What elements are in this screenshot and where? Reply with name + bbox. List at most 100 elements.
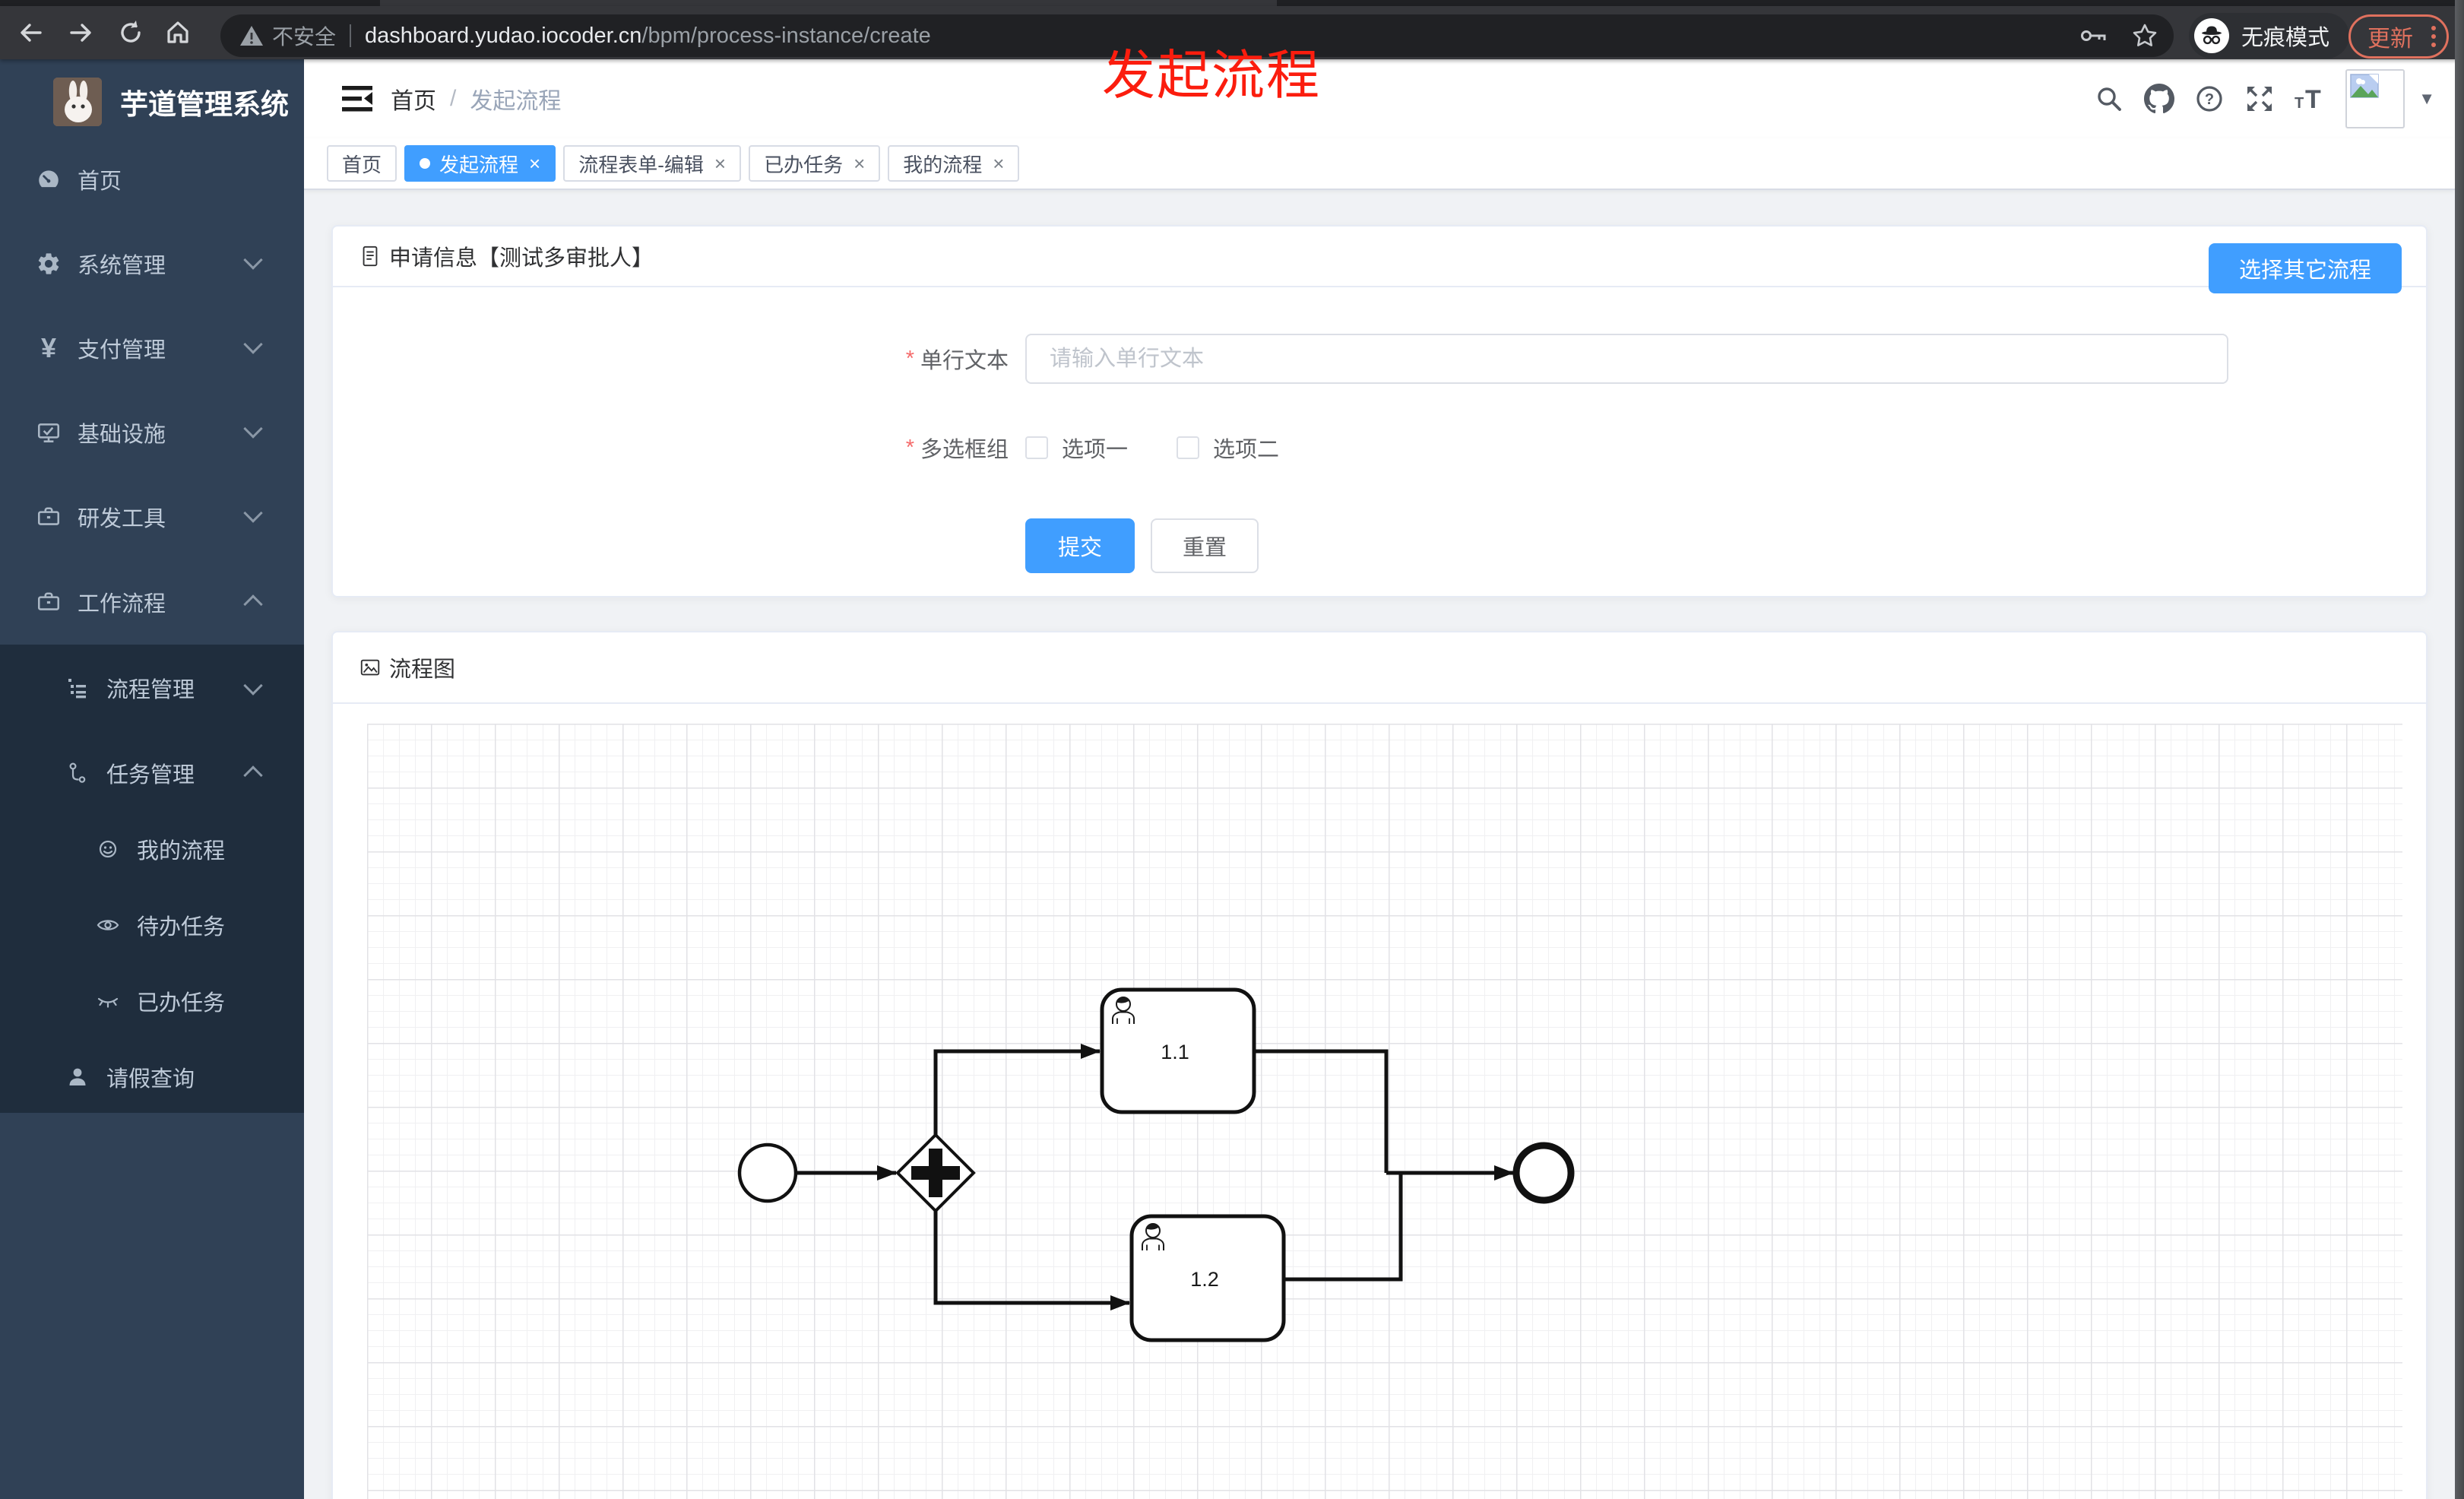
reset-button[interactable]: 重置 [1151, 518, 1259, 573]
image-icon [359, 656, 382, 679]
sidebar-item-todo-tasks[interactable]: 待办任务 [0, 887, 304, 963]
url-text: dashboard.yudao.iocoder.cn/bpm/process-i… [365, 24, 931, 49]
annotation-title: 发起流程 [1102, 46, 1321, 105]
chevron-down-icon [243, 250, 263, 270]
sidebar-item-system[interactable]: 系统管理 [0, 221, 304, 306]
breadcrumb-home[interactable]: 首页 [391, 82, 436, 116]
required-mark: * [905, 435, 914, 460]
sidebar-item-home[interactable]: 首页 [0, 137, 304, 222]
app-header: 首页 / 发起流程 ? T T ▼ [304, 59, 2455, 138]
submit-button[interactable]: 提交 [1025, 518, 1135, 573]
browser-tab-strip [0, 0, 2464, 6]
breadcrumb-current: 发起流程 [470, 89, 562, 114]
close-icon[interactable]: × [993, 154, 1004, 173]
start-event-node [737, 1142, 798, 1203]
sidebar-item-task-mgmt[interactable]: 任务管理 [0, 735, 304, 811]
close-icon[interactable]: × [854, 154, 865, 173]
svg-text:?: ? [2205, 91, 2214, 108]
single-line-text-input[interactable] [1025, 334, 2228, 384]
tag-my-process[interactable]: 我的流程 × [888, 145, 1020, 182]
password-key-icon[interactable] [2079, 23, 2108, 49]
main-content: 首页 / 发起流程 ? T T ▼ 首页 发起流程 × 流程表单-编辑 × 已办… [304, 59, 2455, 1499]
reload-icon[interactable] [117, 19, 144, 46]
task-label: 1.1 [1161, 1041, 1189, 1063]
dashboard-icon [35, 166, 62, 192]
user-icon [64, 1065, 91, 1089]
card-title: 申请信息【测试多审批人】 [389, 246, 654, 271]
chevron-down-icon [243, 419, 263, 439]
chevron-down-icon [243, 334, 263, 354]
sidebar-item-devtools[interactable]: 研发工具 [0, 474, 304, 559]
checkbox-icon[interactable] [1025, 436, 1048, 459]
checkbox-option-2[interactable]: 选项二 [1177, 432, 1279, 464]
back-icon[interactable] [17, 19, 45, 46]
svg-text:T: T [2305, 85, 2321, 114]
tag-done-tasks[interactable]: 已办任务 × [749, 145, 881, 182]
help-icon[interactable]: ? [2184, 74, 2234, 124]
close-icon[interactable]: × [529, 154, 540, 173]
github-icon[interactable] [2134, 74, 2184, 124]
document-icon [359, 245, 382, 268]
sidebar-item-workflow[interactable]: 工作流程 [0, 559, 304, 645]
active-dot-icon [420, 158, 431, 169]
bpmn-canvas: 1.1 1.2 [367, 724, 2402, 1499]
window-scrollbar-strip[interactable] [2455, 0, 2464, 1499]
card-header: 申请信息【测试多审批人】 [333, 227, 2426, 287]
sidebar-item-leave-query[interactable]: 请假查询 [0, 1039, 304, 1115]
url-domain: dashboard.yudao.iocoder.cn [365, 23, 642, 48]
tag-form-edit[interactable]: 流程表单-编辑 × [563, 145, 742, 182]
field-label-checkbox: * 多选框组 [905, 435, 1009, 463]
user-task-node-1-1[interactable]: 1.1 [1100, 987, 1256, 1114]
broken-image-icon [2350, 74, 2379, 98]
font-size-icon[interactable]: T T [2285, 74, 2335, 124]
sidebar-item-process-mgmt[interactable]: 流程管理 [0, 650, 304, 726]
parallel-gateway-node [895, 1133, 976, 1213]
fullscreen-icon[interactable] [2234, 74, 2285, 124]
app-logo-row: 芋道管理系统 [0, 70, 304, 134]
sidebar-item-infra[interactable]: 基础设施 [0, 390, 304, 475]
breadcrumb: 首页 / 发起流程 [391, 59, 561, 138]
choose-other-process-button[interactable]: 选择其它流程 [2208, 243, 2402, 293]
briefcase-icon [35, 504, 62, 530]
not-secure-warning-icon [240, 26, 263, 46]
apply-info-card: 申请信息【测试多审批人】 选择其它流程 * 单行文本 * 多选框组 选项一 选项… [331, 225, 2428, 597]
logo-avatar [53, 78, 102, 126]
tag-create-process[interactable]: 发起流程 × [404, 145, 556, 182]
browser-menu-dots-icon[interactable] [2431, 26, 2436, 47]
flow-branch-icon [64, 761, 91, 785]
briefcase-icon [35, 589, 62, 615]
sidebar-item-payment[interactable]: ¥ 支付管理 [0, 306, 304, 391]
incognito-badge: 无痕模式 [2189, 13, 2350, 59]
end-event-node [1512, 1142, 1575, 1204]
tag-home[interactable]: 首页 [327, 145, 397, 182]
gear-icon [35, 251, 62, 277]
user-task-node-1-2[interactable]: 1.2 [1129, 1214, 1286, 1342]
checkbox-group: 选项一 选项二 [1025, 426, 1279, 470]
sidebar-item-my-process[interactable]: 我的流程 [0, 811, 304, 887]
security-label: 不安全 [272, 25, 337, 49]
bookmark-star-icon[interactable] [2131, 22, 2158, 49]
avatar[interactable] [2345, 69, 2405, 128]
tags-view: 首页 发起流程 × 流程表单-编辑 × 已办任务 × 我的流程 × [304, 138, 2455, 190]
forward-icon[interactable] [67, 19, 94, 46]
sidebar: 芋道管理系统 首页 系统管理 ¥ 支付管理 基础设施 研发工具 工作流程 流程管… [0, 59, 304, 1499]
search-icon[interactable] [2084, 74, 2134, 124]
url-divider [350, 24, 352, 47]
checkbox-option-1[interactable]: 选项一 [1025, 432, 1128, 464]
task-label: 1.2 [1190, 1268, 1219, 1291]
robot-face-icon [94, 837, 122, 861]
required-mark: * [905, 346, 914, 371]
yen-icon: ¥ [40, 332, 57, 363]
update-button[interactable]: 更新 [2348, 14, 2449, 59]
sidebar-fold-icon[interactable] [340, 84, 374, 113]
chevron-down-icon[interactable]: ▼ [2418, 89, 2435, 109]
home-icon[interactable] [164, 19, 192, 46]
breadcrumb-separator: / [450, 86, 457, 111]
sidebar-item-done-tasks[interactable]: 已办任务 [0, 963, 304, 1039]
incognito-icon [2194, 18, 2229, 53]
checkbox-icon[interactable] [1177, 436, 1200, 459]
close-icon[interactable]: × [714, 154, 726, 173]
svg-text:T: T [2295, 95, 2304, 112]
card-title: 流程图 [389, 658, 456, 682]
chevron-up-icon [243, 765, 263, 785]
